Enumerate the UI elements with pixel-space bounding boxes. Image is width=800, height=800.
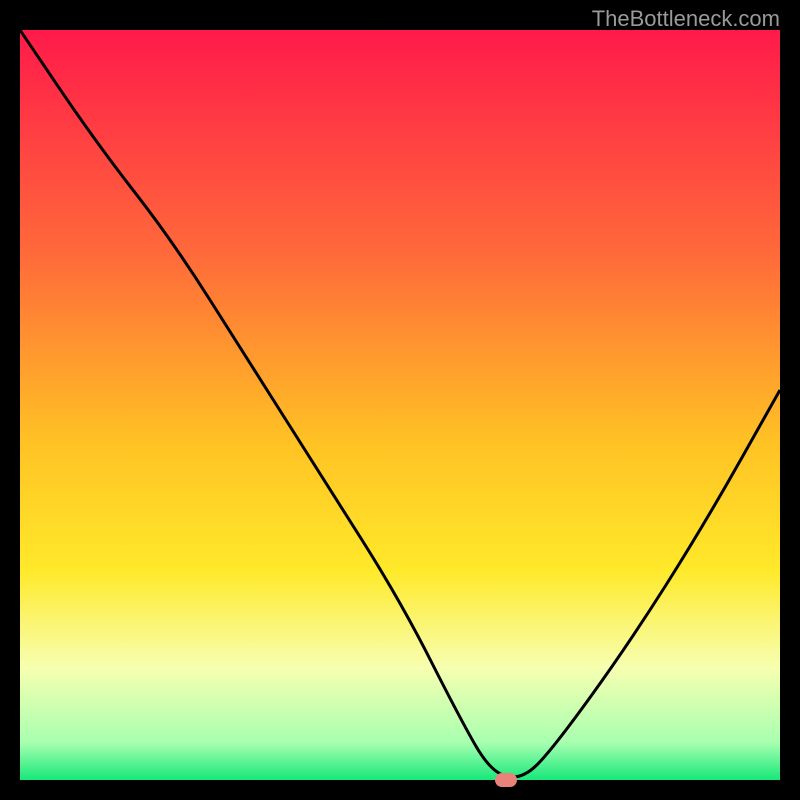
chart-area [20,30,780,780]
chart-curve [20,30,780,780]
bottleneck-curve-path [20,30,780,777]
optimal-marker [495,773,517,787]
watermark-text: TheBottleneck.com [592,6,780,32]
